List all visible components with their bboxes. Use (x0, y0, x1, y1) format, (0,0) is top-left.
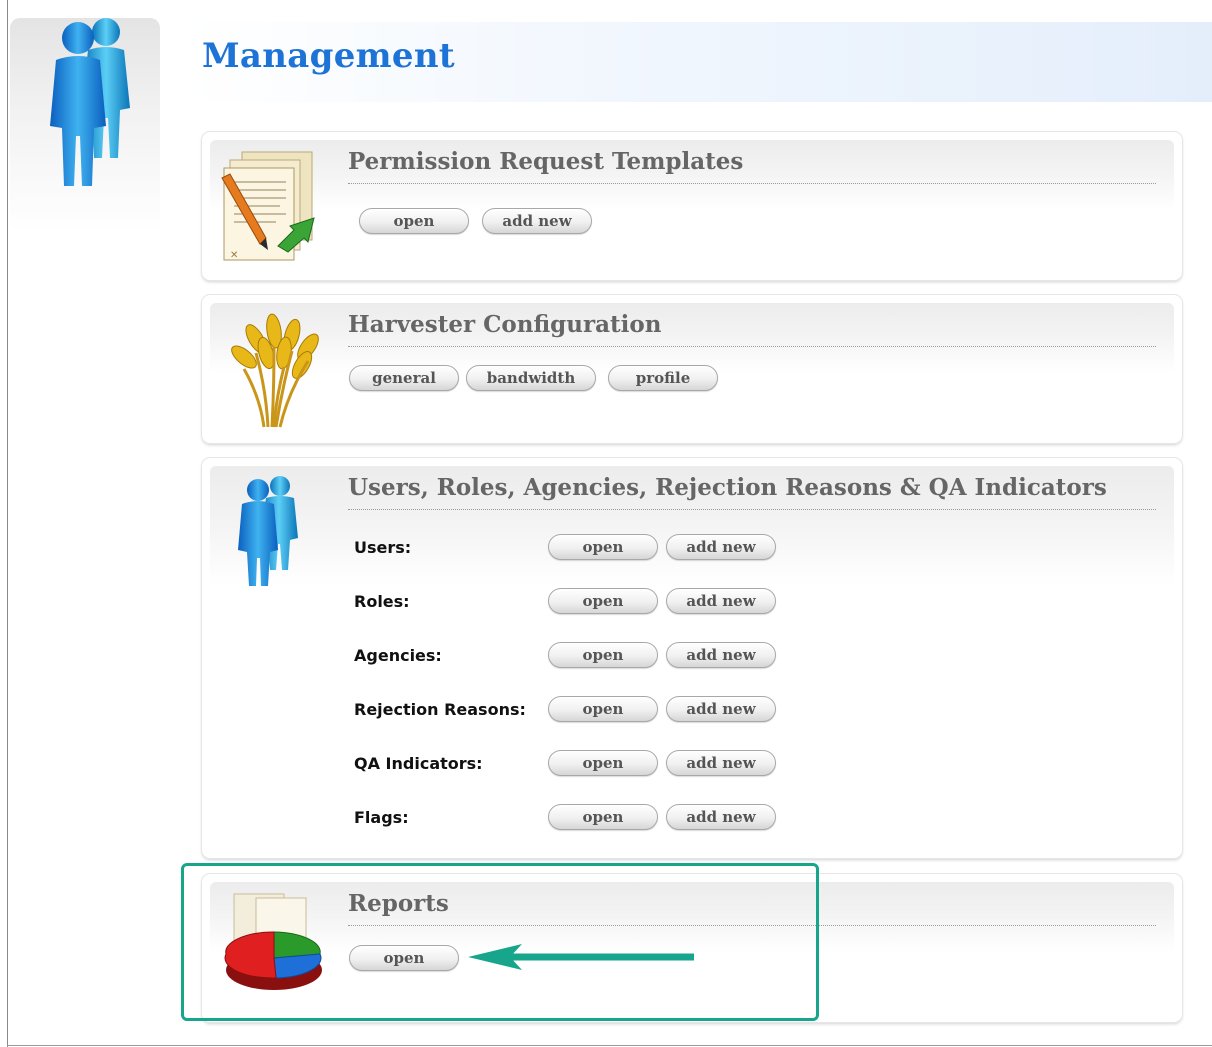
row-label-agencies: Agencies: (354, 646, 442, 665)
agencies-open-button[interactable]: open (548, 642, 658, 668)
agencies-add-new-button[interactable]: add new (666, 642, 776, 668)
roles-open-button[interactable]: open (548, 588, 658, 614)
wheat-icon (231, 313, 319, 428)
row-label-flags: Flags: (354, 808, 409, 827)
flags-add-new-button[interactable]: add new (666, 804, 776, 830)
users-group-icon (50, 18, 130, 186)
qa-indicators-open-button[interactable]: open (548, 750, 658, 776)
window-frame-bottom (7, 1045, 1212, 1046)
harvester-bandwidth-button[interactable]: bandwidth (466, 365, 596, 391)
flags-open-button[interactable]: open (548, 804, 658, 830)
section-permission-request-templates: ✕ Permission Request Templates open add … (202, 132, 1182, 280)
page-title: Management (202, 36, 455, 76)
rejection-reasons-add-new-button[interactable]: add new (666, 696, 776, 722)
section-divider (348, 183, 1156, 184)
rejection-reasons-open-button[interactable]: open (548, 696, 658, 722)
window-frame-left (7, 0, 8, 1047)
arrow-left-icon (468, 944, 694, 970)
section-harvester-configuration: Harvester Configuration general bandwidt… (202, 295, 1182, 443)
users-add-new-button[interactable]: add new (666, 534, 776, 560)
harvester-general-button[interactable]: general (349, 365, 459, 391)
section-users-roles-agencies: Users, Roles, Agencies, Rejection Reason… (202, 458, 1182, 858)
templates-add-new-button[interactable]: add new (482, 208, 592, 234)
roles-add-new-button[interactable]: add new (666, 588, 776, 614)
row-label-users: Users: (354, 538, 412, 557)
svg-text:✕: ✕ (230, 250, 238, 261)
section-title: Permission Request Templates (348, 148, 744, 175)
qa-indicators-add-new-button[interactable]: add new (666, 750, 776, 776)
section-title: Users, Roles, Agencies, Rejection Reason… (348, 474, 1107, 501)
harvester-profile-button[interactable]: profile (608, 365, 718, 391)
row-label-qa-indicators: QA Indicators: (354, 754, 483, 773)
document-edit-icon: ✕ (221, 151, 315, 261)
row-label-roles: Roles: (354, 592, 410, 611)
users-group-icon (238, 476, 298, 586)
section-divider (348, 346, 1156, 347)
templates-open-button[interactable]: open (359, 208, 469, 234)
section-title: Harvester Configuration (348, 311, 662, 338)
row-label-rejection-reasons: Rejection Reasons: (354, 700, 526, 719)
left-icon-panel (10, 18, 160, 233)
users-open-button[interactable]: open (548, 534, 658, 560)
section-divider (348, 509, 1156, 510)
